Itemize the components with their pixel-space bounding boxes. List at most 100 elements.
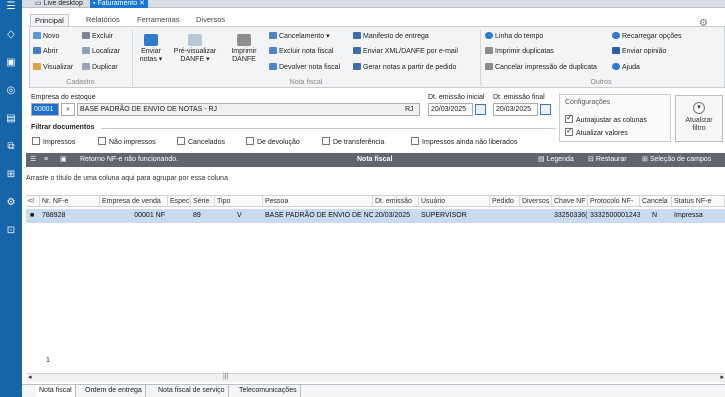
- cancelamento-button[interactable]: Cancelamento ▾: [269, 32, 330, 41]
- duplicar-button[interactable]: Duplicar: [82, 63, 118, 72]
- column-header[interactable]: Empresa de venda: [100, 196, 168, 207]
- tab-faturamento[interactable]: ▪ Faturamento ✕: [90, 0, 148, 8]
- ajuda-button[interactable]: Ajuda: [612, 63, 640, 72]
- column-header[interactable]: Chave NF: [552, 196, 588, 207]
- column-header[interactable]: Tipo: [215, 196, 263, 207]
- tab-nota-fiscal[interactable]: Nota fiscal: [36, 385, 76, 397]
- tab-ferramentas[interactable]: Ferramentas: [133, 14, 184, 26]
- column-header[interactable]: Nr. NF-e: [40, 196, 100, 207]
- filter-icon[interactable]: ☰: [30, 153, 36, 167]
- novo-button[interactable]: Novo: [33, 32, 59, 41]
- column-header[interactable]: Pessoa: [263, 196, 373, 207]
- tab-ordem-entrega[interactable]: Ordem de entrega: [82, 385, 146, 397]
- filter-impressos-nao-liberados[interactable]: Impressos ainda não liberados: [411, 137, 517, 146]
- clear-filter-icon[interactable]: ≡: [44, 153, 48, 167]
- abrir-button[interactable]: Abrir: [33, 47, 58, 56]
- tag-icon[interactable]: ◇: [4, 28, 18, 42]
- visualizar-button[interactable]: Visualizar: [33, 63, 73, 72]
- checkbox-checked[interactable]: [565, 126, 573, 136]
- list-icon[interactable]: ▤: [4, 112, 18, 126]
- column-header[interactable]: Especi: [168, 196, 191, 207]
- excluir-nota-button[interactable]: Excluir nota fiscal: [269, 47, 333, 56]
- separator: [480, 30, 481, 86]
- column-header[interactable]: <!: [26, 196, 40, 207]
- checkbox[interactable]: [32, 137, 40, 145]
- column-header[interactable]: Dt. emissão: [373, 196, 419, 207]
- empresa-code-field[interactable]: 00001: [31, 103, 59, 116]
- column-header[interactable]: Diversos: [520, 196, 552, 207]
- empresa-name-field: BASE PADRÃO DE ENVIO DE NOTAS - RJ: [77, 103, 420, 116]
- tab-diversos[interactable]: Diversos: [192, 14, 229, 26]
- excluir-button[interactable]: Excluir: [82, 32, 113, 41]
- tab-live-desktop[interactable]: ▭ Live desktop: [32, 0, 86, 8]
- column-header[interactable]: Protocolo NF-: [588, 196, 640, 207]
- modules-icon[interactable]: ⊡: [4, 224, 18, 238]
- cancelar-impressao-button[interactable]: Cancelar impressão de duplicata: [485, 63, 597, 72]
- autoajustar-checkbox[interactable]: Autoajustar as colunas: [565, 113, 647, 124]
- new-icon: [33, 32, 41, 39]
- dt-final-input[interactable]: 20/03/2025: [493, 103, 538, 116]
- person-icon[interactable]: ◎: [4, 84, 18, 98]
- tab-telecomunicacoes[interactable]: Telecomunicações: [236, 385, 301, 397]
- checkbox[interactable]: [246, 137, 254, 145]
- close-icon[interactable]: ✕: [139, 0, 145, 7]
- checkbox[interactable]: [411, 137, 419, 145]
- selecao-campos-button[interactable]: ⊞ Seleção de campos: [642, 153, 711, 167]
- menu-icon[interactable]: ☰: [4, 0, 18, 14]
- recarregar-opcoes-button[interactable]: Recarregar opções: [612, 32, 682, 41]
- devolver-nota-button[interactable]: Devolver nota fiscal: [269, 63, 340, 72]
- checkbox[interactable]: [322, 137, 330, 145]
- filter-transferencia[interactable]: De transferência: [322, 137, 384, 146]
- dt-inicial-input[interactable]: 20/03/2025: [428, 103, 473, 116]
- restaurar-button[interactable]: ⊟ Restaurar: [588, 153, 627, 167]
- document-icon[interactable]: ▣: [4, 56, 18, 70]
- cell-dt-emissao: 20/03/2025: [375, 212, 411, 219]
- column-header[interactable]: Status NF-e: [672, 196, 725, 207]
- atualizar-valores-checkbox[interactable]: Atualizar valores: [565, 126, 628, 137]
- column-header[interactable]: Série: [191, 196, 215, 207]
- group-nota-fiscal: Nota fiscal: [289, 79, 323, 86]
- imprimir-danfe-button[interactable]: Imprimir DANFE: [226, 34, 262, 64]
- calendar-icon[interactable]: [475, 104, 486, 115]
- column-header[interactable]: Usuário: [419, 196, 490, 207]
- checkbox[interactable]: [98, 137, 106, 145]
- grid-title: Nota fiscal: [357, 156, 393, 163]
- export-icon[interactable]: ▣: [60, 153, 67, 167]
- tree-icon[interactable]: ⊞: [4, 168, 18, 182]
- tab-relatorios[interactable]: Relatórios: [82, 14, 124, 26]
- enviar-opiniao-button[interactable]: Enviar opinião: [612, 47, 666, 56]
- legenda-button[interactable]: ▤ Legenda: [538, 153, 574, 167]
- preview-danfe-icon: [188, 34, 202, 46]
- tab-nota-fiscal-servico[interactable]: Nota fiscal de serviço: [155, 385, 229, 397]
- column-header[interactable]: Cancela: [640, 196, 672, 207]
- atualizar-filtro-button[interactable]: ▾ Atualizar filtro: [675, 95, 723, 142]
- column-header[interactable]: Pedido: [490, 196, 520, 207]
- scroll-thumb-icon[interactable]: |||: [223, 373, 228, 380]
- gerar-notas-button[interactable]: Gerar notas a partir de pedido: [353, 63, 456, 72]
- linha-tempo-button[interactable]: Linha do tempo: [485, 32, 543, 41]
- hierarchy-icon[interactable]: ⧉: [4, 140, 18, 154]
- dt-inicial-label: Dt. emissão inicial: [428, 94, 485, 101]
- empresa-search-button[interactable]: ⌕: [61, 103, 75, 116]
- enviar-xml-button[interactable]: Enviar XML/DANFE por e-mail: [353, 47, 458, 56]
- pre-visualizar-danfe-button[interactable]: Pré-visualizar DANFE ▾: [170, 34, 220, 64]
- localizar-button[interactable]: Localizar: [82, 47, 120, 56]
- filter-nao-impressos[interactable]: Não impressos: [98, 137, 156, 146]
- scroll-right-icon[interactable]: ▸: [720, 373, 724, 381]
- filter-devolucao[interactable]: De devolução: [246, 137, 300, 146]
- filter-cancelados[interactable]: Cancelados: [177, 137, 225, 146]
- tab-principal[interactable]: Principal: [30, 14, 69, 26]
- scroll-left-icon[interactable]: ◂: [28, 373, 32, 381]
- feedback-icon: [612, 47, 620, 54]
- horizontal-scrollbar[interactable]: ◂ ||| ▸: [27, 373, 725, 382]
- imprimir-duplicatas-button[interactable]: Imprimir duplicatas: [485, 47, 554, 56]
- filter-impressos[interactable]: Impressos: [32, 137, 75, 146]
- calendar-icon[interactable]: [540, 104, 551, 115]
- checkbox-checked[interactable]: [565, 113, 573, 123]
- settings-icon[interactable]: ⚙: [4, 196, 18, 210]
- table-row[interactable]: ■ 788928 00001 NF 89 V BASE PADRÃO DE EN…: [26, 209, 725, 223]
- cell-chave-nf: 33250336(: [554, 212, 588, 219]
- enviar-notas-button[interactable]: Enviar notas ▾: [136, 34, 166, 64]
- checkbox[interactable]: [177, 137, 185, 145]
- manifesto-button[interactable]: Manifesto de entrega: [353, 32, 429, 41]
